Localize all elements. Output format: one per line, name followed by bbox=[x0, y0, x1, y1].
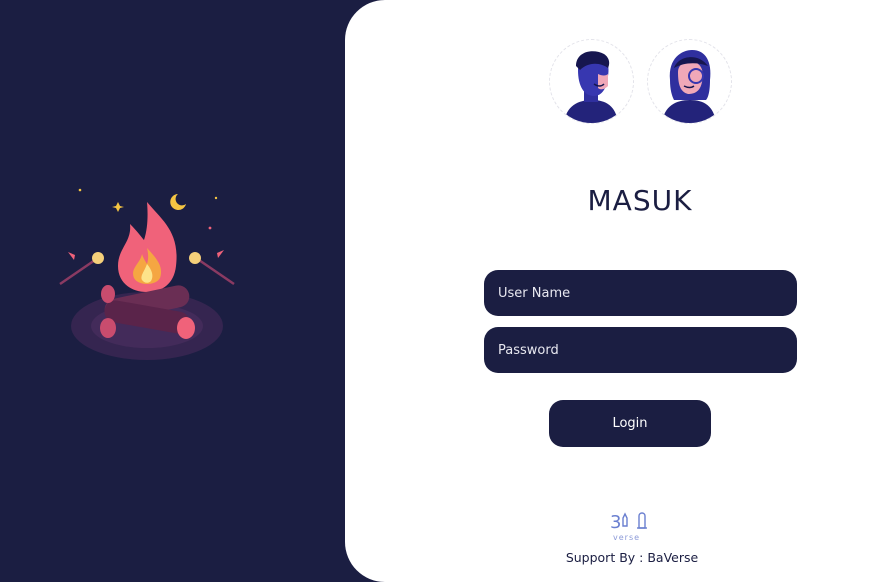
illustration-panel bbox=[0, 0, 345, 582]
username-input[interactable] bbox=[484, 270, 797, 316]
svg-text:verse: verse bbox=[613, 533, 640, 542]
man-avatar-icon bbox=[549, 39, 634, 124]
page-title: MASUK bbox=[587, 184, 693, 217]
login-panel: MASUK Login 3 verse Support By : BaVerse bbox=[345, 0, 892, 582]
svg-text:3: 3 bbox=[610, 512, 621, 533]
woman-avatar-icon bbox=[647, 39, 732, 124]
campfire-illustration bbox=[59, 188, 235, 360]
login-page: MASUK Login 3 verse Support By : BaVerse bbox=[0, 0, 892, 582]
login-button[interactable]: Login bbox=[549, 400, 711, 447]
baverse-logo-icon: 3 verse bbox=[610, 512, 647, 542]
password-input[interactable] bbox=[484, 327, 797, 373]
support-text: Support By : BaVerse bbox=[565, 550, 699, 565]
